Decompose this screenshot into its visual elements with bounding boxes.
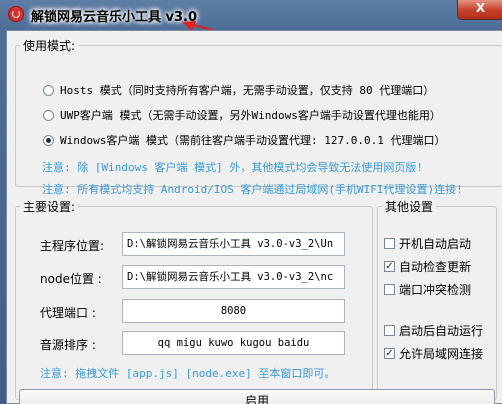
node-path-input[interactable]: D:\解锁网易云音乐小工具 v3.0-v3_2\nc [122,265,345,289]
drag-drop-hint: 注意: 拖拽文件 [app.js] [node.exe] 至本窗口即可。 [40,367,336,380]
window-title: 解锁网易云音乐小工具 v3.0 [31,10,198,25]
proxy-port-label: 代理端口 : [40,306,96,320]
checkbox-allow-lan[interactable]: ✓ [384,348,395,359]
check-auto-update[interactable]: ✓ 自动检查更新 [384,258,471,275]
title-bar[interactable]: 解锁网易云音乐小工具 v3.0 X [0,0,502,30]
proxy-port-input[interactable]: 8080 [122,299,345,323]
mode-option-label: UWP客户端 模式（无需手动设置，另外Windows客户端手动设置代理也能用） [60,109,441,122]
check-label: 允许局域网连接 [399,347,484,361]
check-port-conflict[interactable]: 端口冲突检测 [384,281,471,298]
checkbox-port-conflict[interactable] [384,284,395,295]
check-label: 开机自动启动 [399,237,472,251]
program-path-input[interactable]: D:\解锁网易云音乐小工具 v3.0-v3_2\Un [122,232,345,256]
client-area: 使用模式: Hosts 模式（同时支持所有客户端，无需手动设置，仅支持 80 代… [6,30,502,404]
close-button[interactable]: X [457,0,502,20]
mode-option-hosts[interactable]: Hosts 模式（同时支持所有客户端，无需手动设置，仅支持 80 代理端口） [43,82,434,98]
checkbox-auto-run[interactable] [384,325,395,336]
check-label: 自动检查更新 [399,260,472,274]
mode-option-label: Windows客户端 模式（需前往客户端手动设置代理: 127.0.0.1 代理… [60,134,446,147]
program-path-label: 主程序位置: [40,239,105,253]
other-settings-group: 其他设置 开机自动启动 ✓ 自动检查更新 端口冲突检测 启动后自动运行 ✓ 允许… [377,198,497,400]
mode-option-windows[interactable]: Windows客户端 模式（需前往客户端手动设置代理: 127.0.0.1 代理… [43,132,445,148]
start-button[interactable]: 启用 [19,389,495,404]
main-settings-group: 主要设置: 主程序位置: D:\解锁网易云音乐小工具 v3.0-v3_2\Un … [15,198,373,400]
mode-option-uwp[interactable]: UWP客户端 模式（无需手动设置，另外Windows客户端手动设置代理也能用） [43,107,441,123]
main-settings-label: 主要设置: [23,200,76,214]
radio-uwp[interactable] [43,109,54,121]
radio-windows[interactable] [43,134,54,146]
app-window: 解锁网易云音乐小工具 v3.0 X 使用模式: Hosts 模式（同时支持所有客… [0,0,502,404]
check-auto-run[interactable]: 启动后自动运行 [384,322,483,339]
check-label: 启动后自动运行 [399,324,484,338]
mode-group-label: 使用模式: [23,39,76,53]
other-settings-label: 其他设置 [385,200,434,214]
source-order-input[interactable]: qq migu kuwo kugou baidu [122,331,345,355]
radio-hosts[interactable] [43,84,54,96]
mode-note-mobile: 注意: 所有模式均支持 Android/IOS 客户端通过局域网(手机WIFI代… [42,183,463,196]
mode-option-label: Hosts 模式（同时支持所有客户端，无需手动设置，仅支持 80 代理端口） [60,84,435,97]
check-autostart[interactable]: 开机自动启动 [384,235,471,252]
mode-note-webpage: 注意: 除 [Windows 客户端 模式] 外，其他模式均会导致无法使用网页版… [42,161,423,174]
check-label: 端口冲突检测 [399,283,472,297]
app-logo-icon [8,6,24,22]
checkbox-auto-update[interactable]: ✓ [384,261,395,272]
checkbox-autostart[interactable] [384,238,395,249]
mode-group: 使用模式: Hosts 模式（同时支持所有客户端，无需手动设置，仅支持 80 代… [15,37,502,196]
check-allow-lan[interactable]: ✓ 允许局域网连接 [384,345,483,362]
node-path-label: node位置 : [40,272,102,286]
source-order-label: 音源排序 : [40,338,96,352]
